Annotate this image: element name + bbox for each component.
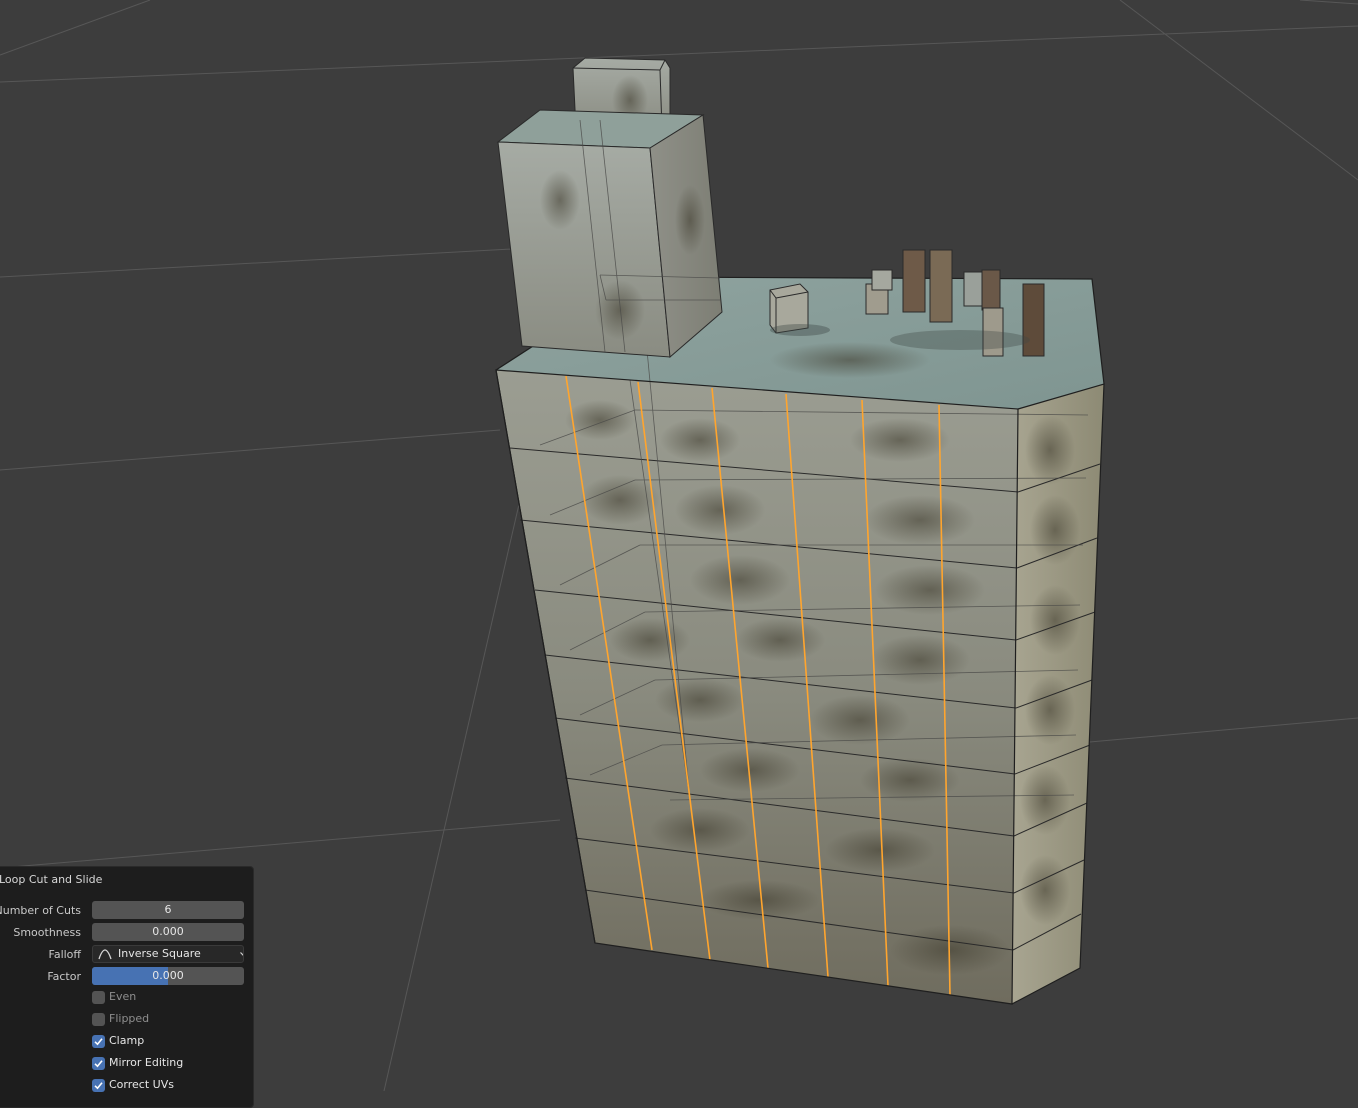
falloff-label: Falloff [48,948,81,961]
falloff-row: Falloff Inverse Square [0,945,253,965]
checkmark-icon [94,1060,103,1068]
factor-value: 0.000 [152,969,184,982]
factor-slider[interactable]: 0.000 [92,967,244,985]
number-of-cuts-row: Number of Cuts 6 [0,901,253,921]
smoothness-row: Smoothness 0.000 [0,923,253,943]
factor-label: Factor [47,970,81,983]
number-of-cuts-label: Number of Cuts [0,904,81,917]
correct-uvs-label: Correct UVs [109,1078,174,1091]
falloff-dropdown[interactable]: Inverse Square [92,945,244,963]
factor-row: Factor 0.000 [0,967,253,987]
smoothness-field[interactable]: 0.000 [92,923,244,941]
checkmark-icon [94,1038,103,1046]
roof-tower [496,57,723,359]
even-checkbox[interactable] [92,991,105,1004]
clamp-checkbox[interactable] [92,1035,105,1048]
clamp-label: Clamp [109,1034,145,1047]
checkmark-icon [94,1082,103,1090]
loop-cut-operator-panel[interactable]: Loop Cut and Slide Number of Cuts 6 Smoo… [0,866,254,1108]
flipped-checkbox[interactable] [92,1013,105,1026]
number-of-cuts-field[interactable]: 6 [92,901,244,919]
building-mesh [495,57,1105,1005]
operator-panel-title[interactable]: Loop Cut and Slide [0,873,102,886]
mirror-editing-checkbox[interactable] [92,1057,105,1070]
3d-viewport[interactable]: Loop Cut and Slide Number of Cuts 6 Smoo… [0,0,1358,1108]
flipped-label: Flipped [109,1012,150,1025]
smoothness-label: Smoothness [13,926,81,939]
correct-uvs-checkbox[interactable] [92,1079,105,1092]
falloff-value: Inverse Square [118,947,201,960]
mirror-editing-label: Mirror Editing [109,1056,184,1069]
even-label: Even [109,990,137,1003]
